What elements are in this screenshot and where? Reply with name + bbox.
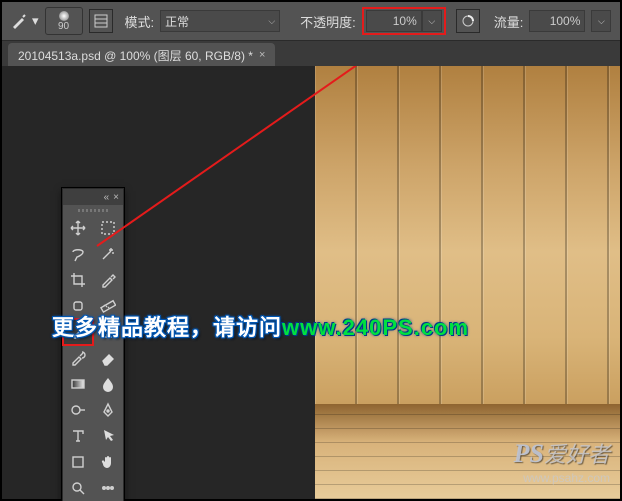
panel-grip[interactable] [63,205,123,215]
path-selection-tool[interactable] [93,423,123,449]
shape-tool[interactable] [63,449,93,475]
tool-panel-header: « × [63,189,123,205]
watermark-brand-suffix: 爱好者 [544,442,610,467]
flow-input[interactable]: 100% [529,10,585,32]
brush-panel-toggle[interactable] [89,9,113,33]
history-brush-tool[interactable] [63,345,93,371]
blend-mode-select[interactable]: 正常 ⌵ [160,10,280,32]
blend-mode-value: 正常 [165,13,189,30]
eyedropper-tool[interactable] [93,267,123,293]
watermark-brand-prefix: PS [514,439,544,468]
blend-mode-label: 模式: [125,12,155,31]
overlay-link: www.240PS.com [282,315,469,340]
brush-dot-icon [59,11,69,21]
crop-tool[interactable] [63,267,93,293]
tool-panel: « × [62,188,124,501]
chevron-down-icon: ⌵ [598,16,605,27]
chevron-down-icon: ▾ [32,13,39,29]
brush-size-value: 90 [58,21,69,32]
tutorial-overlay-text: 更多精品教程，请访问www.240PS.com [52,310,469,342]
opacity-label: 不透明度: [300,12,356,31]
opacity-value: 10% [393,14,417,28]
tool-grid [63,215,123,501]
document-canvas[interactable] [315,66,620,499]
canvas-wood-wall [315,66,620,404]
watermark-url: www.psahz.com [523,471,610,485]
document-tab-title: 20104513a.psd @ 100% (图层 60, RGB/8) * [18,47,253,64]
collapse-panel-button[interactable]: « [104,192,110,203]
chevron-down-icon: ⌵ [428,16,435,27]
opacity-dropdown-button[interactable]: ⌵ [422,10,442,32]
pressure-opacity-toggle[interactable] [456,9,480,33]
options-bar: ▾ 90 模式: 正常 ⌵ 不透明度: 10% ⌵ 流量: 100% ⌵ [2,2,620,41]
close-panel-button[interactable]: × [113,192,119,203]
flow-dropdown-button[interactable]: ⌵ [591,10,611,32]
flow-label: 流量: [494,12,524,31]
opacity-highlight-annotation: 10% ⌵ [362,7,446,35]
hand-tool[interactable] [93,449,123,475]
watermark-brand: PS爱好者 [514,437,610,469]
work-area: « × [2,66,620,499]
app-window: ▾ 90 模式: 正常 ⌵ 不透明度: 10% ⌵ 流量: 100% ⌵ 201… [0,0,622,501]
pen-tool[interactable] [93,397,123,423]
close-tab-button[interactable]: × [259,49,265,61]
blur-tool[interactable] [93,371,123,397]
brush-preset-picker[interactable]: 90 [45,7,83,35]
zoom-tool[interactable] [63,475,93,501]
tool-preset-button[interactable]: ▾ [10,12,39,30]
chevron-down-icon: ⌵ [268,16,275,27]
document-tab[interactable]: 20104513a.psd @ 100% (图层 60, RGB/8) * × [8,43,275,67]
overlay-text-a: 更多精品教程，请访问 [52,315,282,340]
lasso-tool[interactable] [63,241,93,267]
type-tool[interactable] [63,423,93,449]
flow-value: 100% [550,14,581,28]
move-tool[interactable] [63,215,93,241]
document-tab-bar: 20104513a.psd @ 100% (图层 60, RGB/8) * × [2,41,620,68]
opacity-input[interactable]: 10% [366,10,422,32]
dodge-tool[interactable] [63,397,93,423]
gradient-tool[interactable] [63,371,93,397]
magic-wand-tool[interactable] [93,241,123,267]
eraser-tool[interactable] [93,345,123,371]
edit-toolbar-button[interactable] [93,475,123,501]
marquee-tool[interactable] [93,215,123,241]
